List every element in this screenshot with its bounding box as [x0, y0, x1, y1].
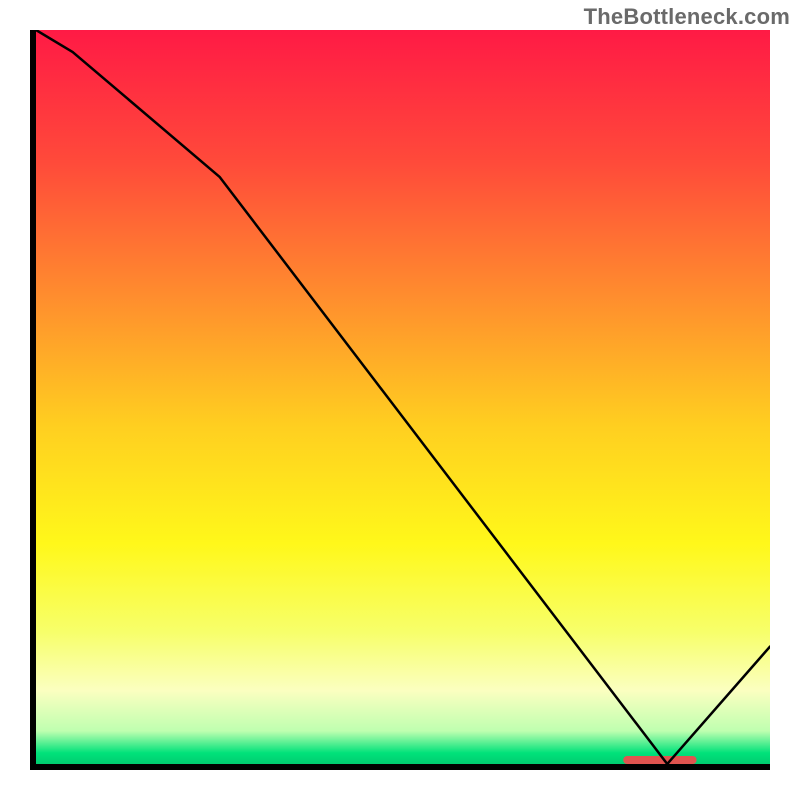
chart-svg — [30, 30, 770, 770]
watermark-text: TheBottleneck.com — [584, 4, 790, 30]
plot-area — [30, 30, 770, 770]
chart-container: TheBottleneck.com — [0, 0, 800, 800]
marker-bar — [623, 756, 696, 764]
